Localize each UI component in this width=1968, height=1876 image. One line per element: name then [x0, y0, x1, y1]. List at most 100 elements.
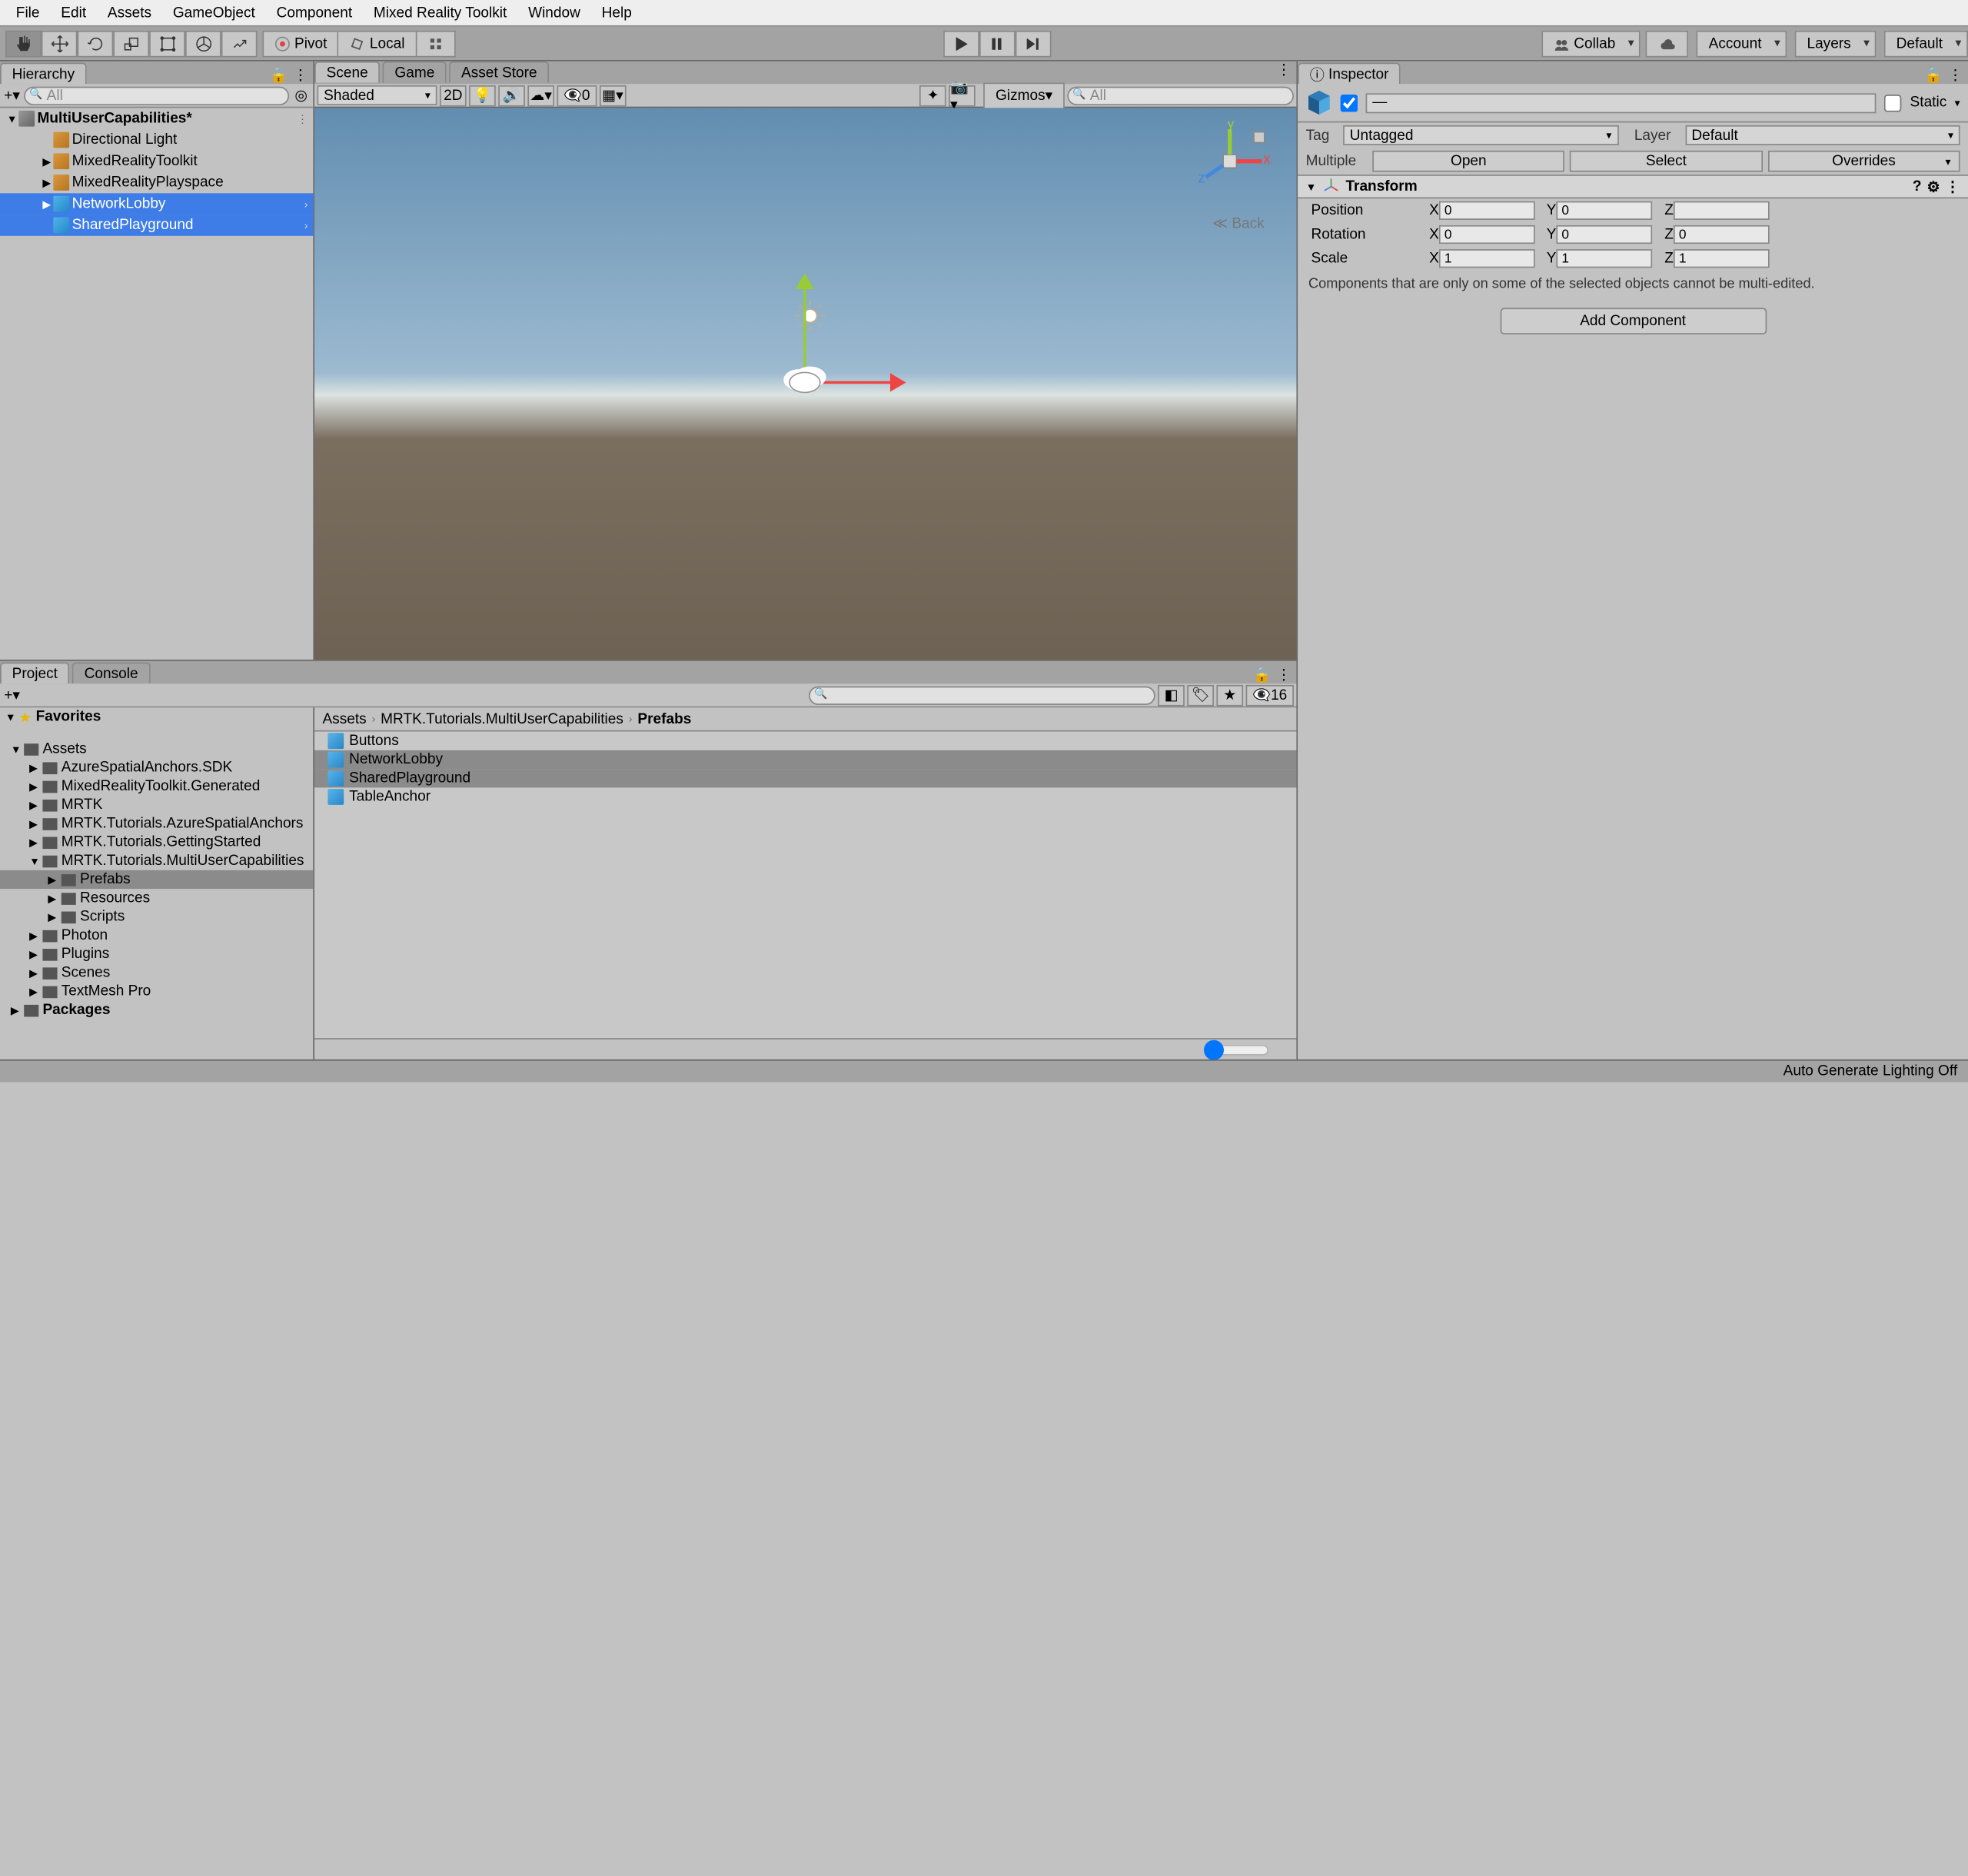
tab-project[interactable]: Project [0, 662, 70, 684]
tab-hierarchy[interactable]: Hierarchy [0, 62, 87, 84]
context-menu-icon[interactable]: ⋮ [293, 67, 308, 85]
collab-dropdown[interactable]: Collab [1542, 30, 1641, 57]
create-dropdown[interactable]: +▾ [2, 86, 21, 105]
scene-viewport[interactable]: y x z ≪ Back [314, 108, 1296, 660]
x-axis-arrow[interactable] [890, 373, 906, 391]
y-axis-arrow[interactable] [796, 273, 814, 289]
lighting-status[interactable]: Auto Generate Lighting Off [1784, 1063, 1957, 1079]
hierarchy-item[interactable]: ▶NetworkLobby› [0, 193, 313, 215]
project-file-item[interactable]: Buttons [314, 732, 1296, 750]
project-tree-item[interactable]: ▼MRTK.Tutorials.MultiUserCapabilities [0, 852, 313, 870]
hierarchy-item[interactable]: SharedPlayground› [0, 215, 313, 236]
local-toggle[interactable]: Local [339, 30, 417, 57]
back-link[interactable]: ≪ Back [1212, 215, 1265, 232]
preset-icon[interactable]: ⚙ [1926, 178, 1940, 195]
static-toggle[interactable] [1885, 94, 1903, 111]
project-tree-item[interactable]: ▶Scenes [0, 963, 313, 982]
project-tree-item[interactable]: ▶MRTK [0, 796, 313, 814]
context-menu-icon[interactable]: ⋮ [1948, 67, 1963, 85]
project-file-item[interactable]: TableAnchor [314, 787, 1296, 806]
transform-tool[interactable] [185, 30, 221, 57]
hierarchy-item[interactable]: Directional Light [0, 129, 313, 151]
play-button[interactable] [943, 30, 979, 57]
hierarchy-scene-root[interactable]: ▼MultiUserCapabilities* ⋮ [0, 108, 313, 129]
project-search[interactable] [809, 686, 1155, 704]
context-menu-icon[interactable]: ⋮ [298, 112, 308, 125]
shading-mode-dropdown[interactable]: Shaded [317, 85, 437, 105]
y-axis-handle[interactable] [803, 281, 806, 374]
menu-component[interactable]: Component [266, 2, 363, 24]
project-tree-item[interactable]: ▼Assets [0, 740, 313, 758]
menu-file[interactable]: File [5, 2, 50, 24]
lock-icon[interactable]: 🔒 [1253, 667, 1272, 684]
favorite-search-icon[interactable]: ★ [1217, 684, 1244, 706]
custom-tool[interactable] [221, 30, 258, 57]
breadcrumb-item[interactable]: MRTK.Tutorials.MultiUserCapabilities [381, 711, 623, 727]
lock-icon[interactable]: 🔒 [1924, 67, 1943, 85]
orientation-gizmo[interactable]: y x z [1190, 121, 1270, 201]
menu-help[interactable]: Help [591, 2, 643, 24]
tab-inspector[interactable]: ⓘInspector [1298, 62, 1401, 84]
scale-z[interactable] [1674, 249, 1770, 268]
rotate-tool[interactable] [78, 30, 114, 57]
position-z[interactable] [1674, 201, 1770, 220]
account-dropdown[interactable]: Account [1697, 30, 1787, 57]
tag-dropdown[interactable]: Untagged [1343, 125, 1618, 145]
project-tree-item[interactable]: ▶Photon [0, 926, 313, 945]
project-tree-item[interactable]: ▶MRTK.Tutorials.GettingStarted [0, 833, 313, 851]
hidden-objects[interactable]: 👁‍🗨0 [557, 85, 597, 106]
scene-search[interactable]: All [1067, 86, 1294, 105]
layout-dropdown[interactable]: Default [1884, 30, 1968, 57]
tab-console[interactable]: Console [72, 662, 150, 684]
project-tree-item[interactable]: ▶AzureSpatialAnchors.SDK [0, 758, 313, 777]
hierarchy-item[interactable]: ▶MixedRealityPlayspace [0, 172, 313, 194]
scale-y[interactable] [1556, 249, 1652, 268]
project-tree-item[interactable]: ▶Packages [0, 1001, 313, 1019]
rect-tool[interactable] [149, 30, 185, 57]
help-icon[interactable]: ? [1913, 178, 1922, 195]
layers-dropdown[interactable]: Layers [1795, 30, 1877, 57]
hand-tool[interactable] [5, 30, 42, 57]
project-tree-item[interactable]: ▶Resources [0, 889, 313, 907]
select-prefab-button[interactable]: Select [1570, 151, 1762, 172]
favorites-header[interactable]: ▼★Favorites [0, 707, 313, 726]
position-x[interactable] [1439, 201, 1535, 220]
context-menu-icon[interactable]: ⋮ [1946, 178, 1960, 195]
pause-button[interactable] [979, 30, 1016, 57]
open-prefab-button[interactable]: Open [1372, 151, 1564, 172]
lock-icon[interactable]: 🔒 [270, 67, 288, 85]
menu-gameobject[interactable]: GameObject [162, 2, 266, 24]
overrides-dropdown[interactable]: Overrides▾ [1767, 151, 1960, 172]
project-tree-item[interactable]: ▶MixedRealityToolkit.Generated [0, 777, 313, 795]
lock-gizmo-icon[interactable] [1254, 132, 1265, 143]
add-component-button[interactable]: Add Component [1500, 308, 1767, 334]
search-by-label-icon[interactable]: 🏷 [1187, 684, 1214, 706]
2d-toggle[interactable]: 2D [440, 85, 467, 106]
project-tree-item[interactable]: ▶Scripts [0, 907, 313, 926]
breadcrumb-item[interactable]: Prefabs [637, 711, 691, 727]
project-tree-item[interactable]: ▶MRTK.Tutorials.AzureSpatialAnchors [0, 814, 313, 833]
cloud-button[interactable] [1646, 30, 1688, 57]
hidden-packages-icon[interactable]: 👁‍🗨16 [1246, 684, 1294, 706]
project-tree-item[interactable]: ▶TextMesh Pro [0, 982, 313, 1000]
context-menu-icon[interactable]: ⋮ [1276, 667, 1291, 684]
rotation-y[interactable] [1556, 225, 1652, 244]
gameobject-active-toggle[interactable] [1341, 94, 1358, 111]
project-create-dropdown[interactable]: +▾ [2, 686, 21, 704]
scale-x[interactable] [1439, 249, 1535, 268]
hierarchy-item[interactable]: ▶MixedRealityToolkit [0, 151, 313, 172]
move-tool[interactable] [42, 30, 78, 57]
layer-dropdown[interactable]: Default [1685, 125, 1960, 145]
menu-window[interactable]: Window [517, 2, 591, 24]
grid-dropdown[interactable]: ▦▾ [600, 85, 627, 106]
hierarchy-search[interactable]: All [24, 86, 289, 105]
audio-toggle[interactable]: 🔊 [498, 85, 525, 106]
menu-edit[interactable]: Edit [50, 2, 97, 24]
rotation-z[interactable] [1674, 225, 1770, 244]
scene-picker-icon[interactable]: ◎ [292, 86, 311, 105]
breadcrumb-item[interactable]: Assets [322, 711, 366, 727]
project-tree-item[interactable]: ▶Plugins [0, 945, 313, 963]
project-file-item[interactable]: SharedPlayground [314, 769, 1296, 787]
pivot-toggle[interactable]: Pivot [262, 30, 339, 57]
rotation-x[interactable] [1439, 225, 1535, 244]
